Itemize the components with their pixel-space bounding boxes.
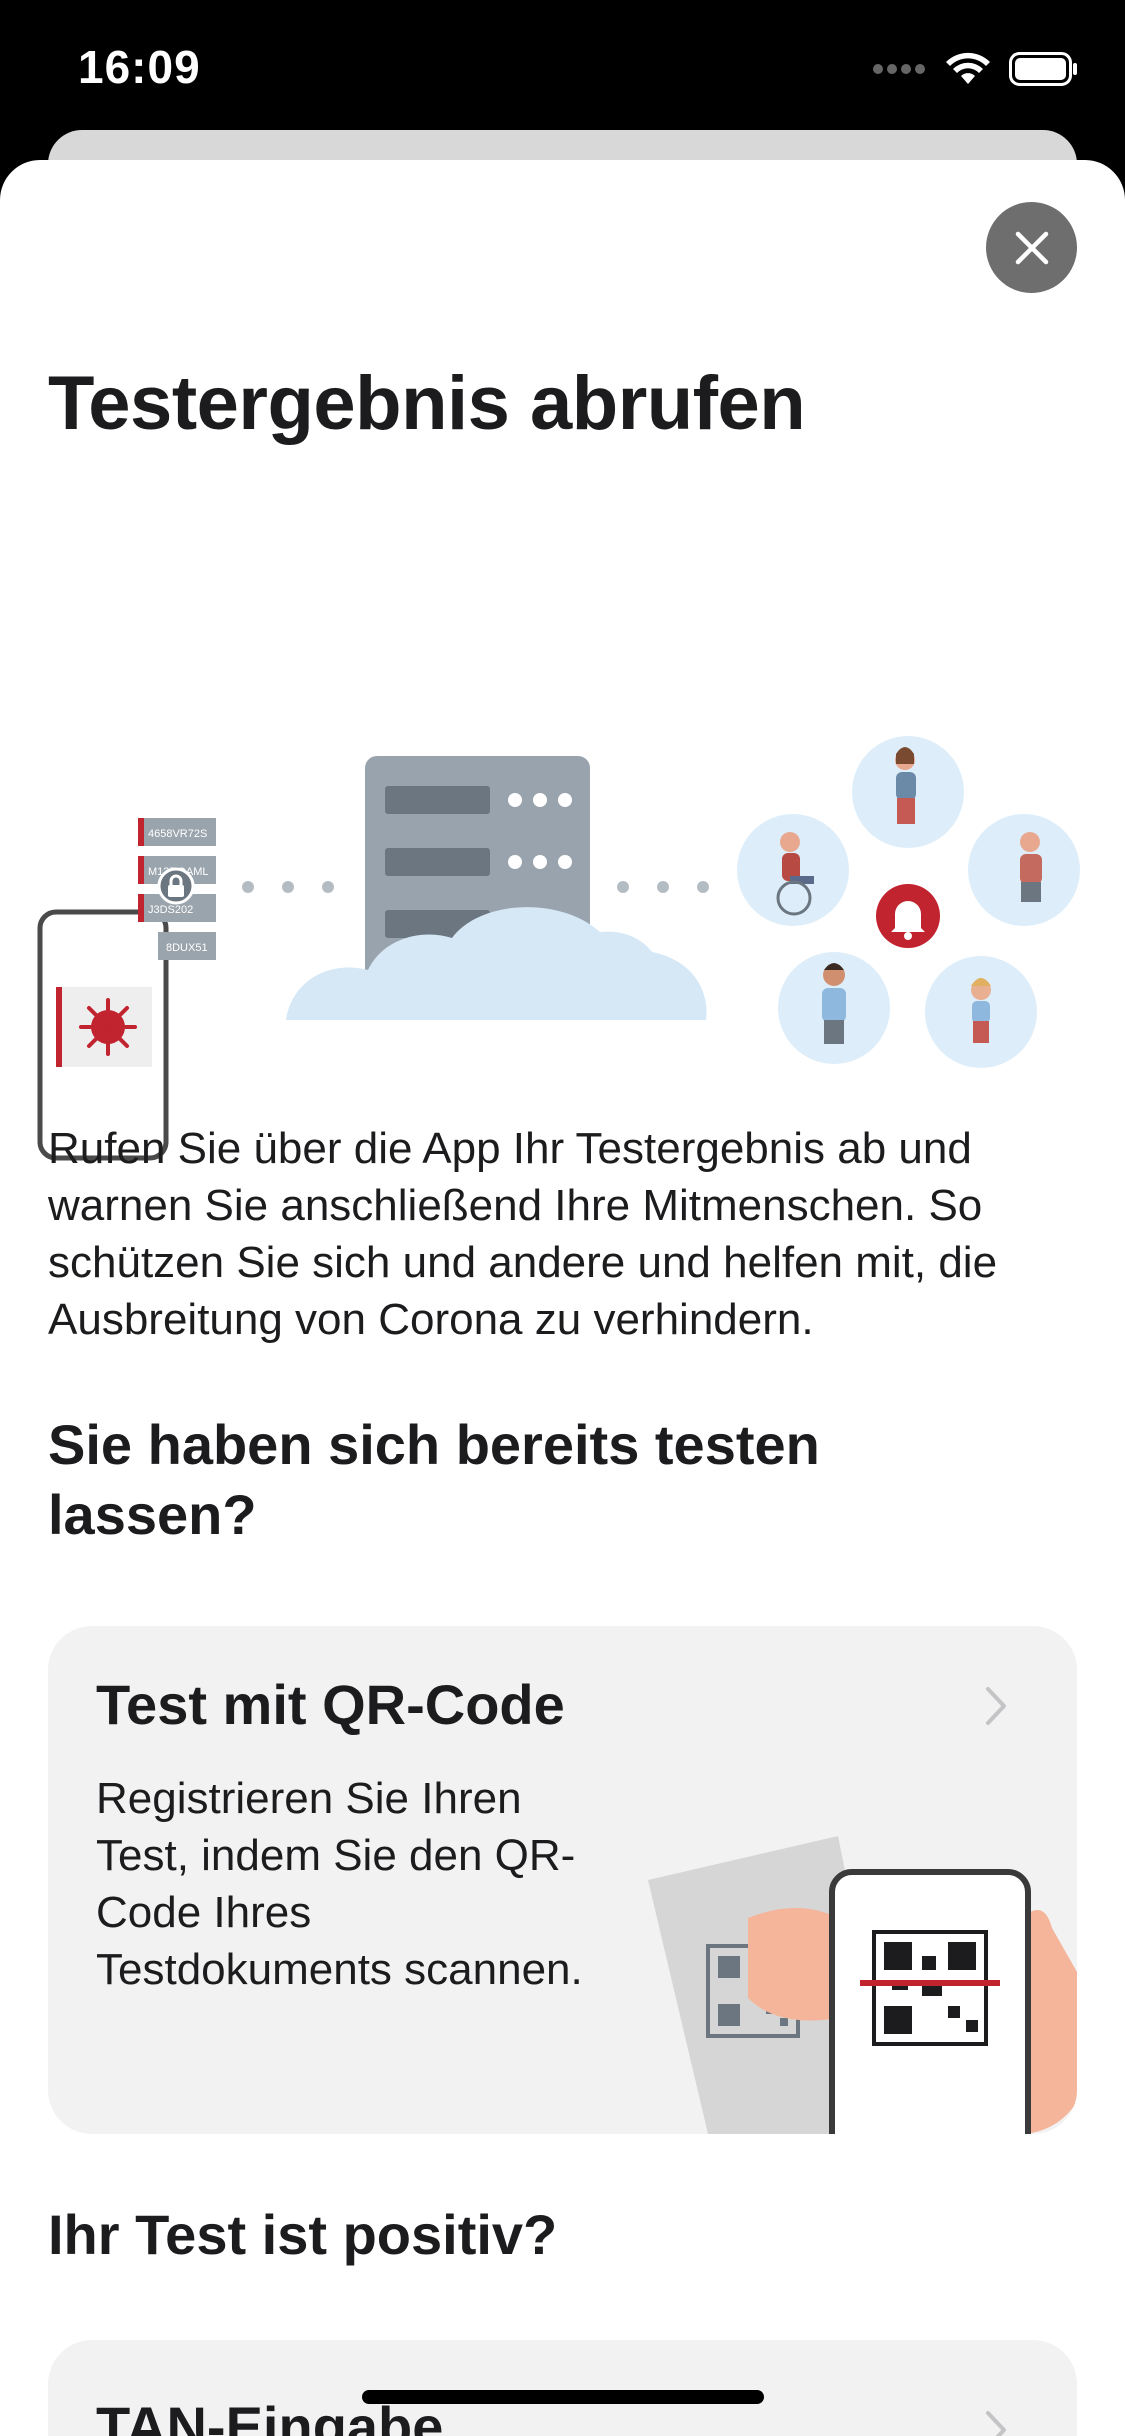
qr-card-description: Registrieren Sie Ihren Test, indem Sie d… [96, 1774, 583, 1994]
connection-dots-left [242, 881, 334, 893]
intro-text: Rufen Sie über die App Ihr Testergebnis … [48, 1124, 998, 1344]
person-standing-phone [895, 747, 916, 824]
chevron-right-icon [986, 1687, 1006, 1725]
scan-line [860, 1980, 1000, 1986]
status-icons [873, 52, 1079, 86]
qr-card-title: Test mit QR-Code [96, 1673, 565, 1736]
status-time: 16:09 [78, 41, 201, 93]
notification-bell-icon [876, 884, 940, 948]
people-network [737, 736, 1080, 1068]
close-icon [1015, 231, 1048, 264]
modal-sheet: Testergebnis abrufen 4658VR72S M13DO [0, 160, 1125, 2436]
home-indicator [362, 2390, 764, 2404]
status-bar: 16:09 [0, 0, 1125, 140]
test-result-illustration: 4658VR72S M13DOAML J3DS202 8DUX51 [37, 736, 1080, 1161]
person-man [822, 963, 846, 1044]
page-title: Testergebnis abrufen [48, 361, 806, 446]
qr-scan-illustration [648, 1836, 1077, 2134]
tan-entry-card[interactable]: TAN-Eingabe [48, 2340, 1077, 2436]
virus-icon [79, 998, 137, 1056]
person-elderly [1020, 832, 1042, 902]
person-child [971, 978, 991, 1043]
lock-icon [157, 867, 195, 905]
chevron-right-icon [986, 2411, 1006, 2436]
connection-dots-right [617, 881, 709, 893]
qr-code-test-card[interactable]: Test mit QR-Code Registrieren Sie Ihren … [48, 1626, 1077, 2134]
wifi-icon [946, 52, 990, 84]
code-tag-text: 8DUX51 [166, 942, 208, 954]
section-heading-positive: Ihr Test ist positiv? [48, 2203, 558, 2266]
code-tag-text: J3DS202 [148, 904, 193, 916]
close-button[interactable] [986, 202, 1077, 293]
cloud-illustration [286, 907, 707, 1020]
code-tag-text: 4658VR72S [148, 828, 207, 840]
battery-icon [1009, 52, 1077, 86]
cellular-signal-icon [873, 64, 925, 74]
section-heading-tested: Sie haben sich bereits testen lassen? [48, 1413, 820, 1546]
